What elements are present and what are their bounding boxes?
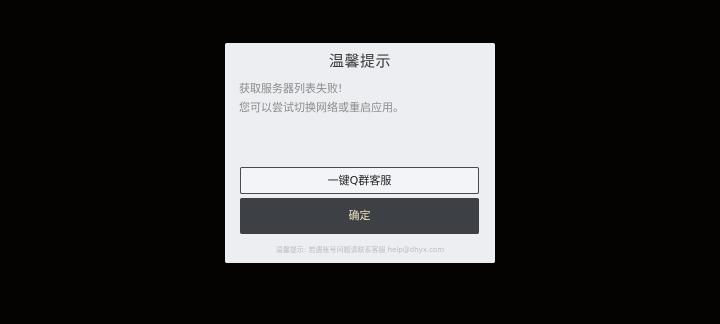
confirm-button[interactable]: 确定 [240, 198, 479, 234]
message-line-hint: 您可以尝试切换网络或重启应用。 [239, 101, 404, 114]
dialog-message: 获取服务器列表失败! 您可以尝试切换网络或重启应用。 [239, 79, 404, 117]
dialog-title: 温馨提示 [328, 52, 391, 70]
screen: 温馨提示 获取服务器列表失败! 您可以尝试切换网络或重启应用。 一键Q群客服 确… [0, 0, 720, 324]
qq-group-support-button[interactable]: 一键Q群客服 [240, 167, 479, 194]
alert-dialog: 温馨提示 获取服务器列表失败! 您可以尝试切换网络或重启应用。 一键Q群客服 确… [225, 43, 495, 263]
footer-note: 温馨提示: 若遇账号问题请联系客服 help@dhyx.com [275, 246, 445, 254]
message-line-error: 获取服务器列表失败! [239, 82, 343, 95]
